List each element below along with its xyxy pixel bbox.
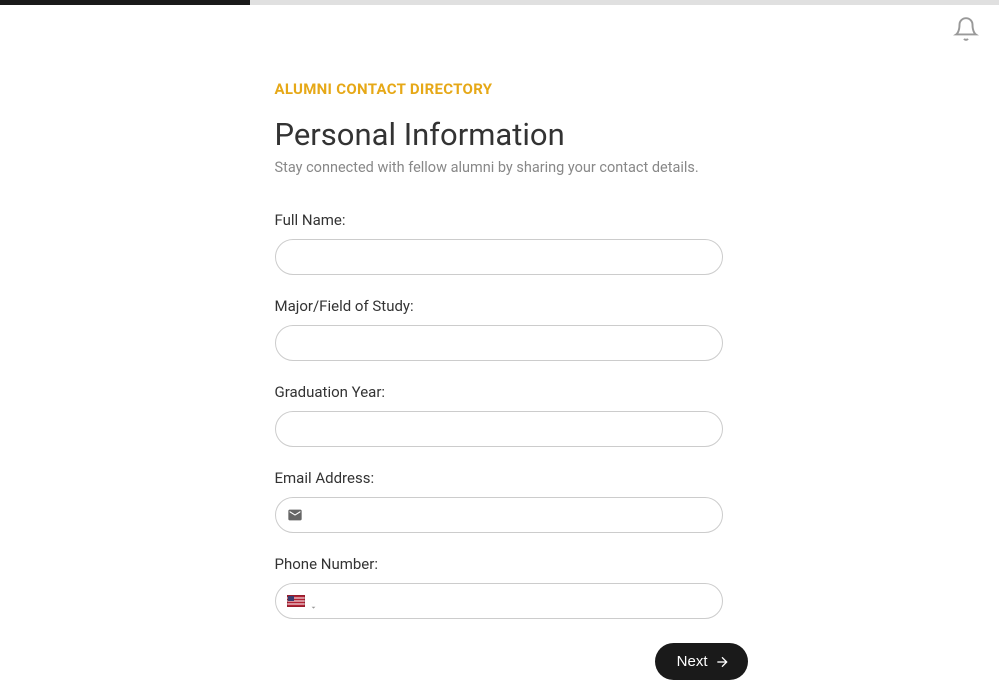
page-subtitle: Stay connected with fellow alumni by sha…	[275, 159, 750, 176]
major-label: Major/Field of Study:	[275, 297, 750, 315]
field-group-gradyear: Graduation Year:	[275, 383, 750, 447]
email-label: Email Address:	[275, 469, 750, 487]
major-input[interactable]	[275, 325, 723, 361]
email-icon	[287, 507, 303, 523]
gradyear-label: Graduation Year:	[275, 383, 750, 401]
field-group-major: Major/Field of Study:	[275, 297, 750, 361]
progress-bar	[0, 0, 999, 5]
notification-bell-icon[interactable]	[953, 16, 979, 42]
fullname-input[interactable]	[275, 239, 723, 275]
flag-us-icon	[287, 595, 305, 607]
phone-label: Phone Number:	[275, 555, 750, 573]
page-title: Personal Information	[275, 116, 750, 153]
field-group-email: Email Address:	[275, 469, 750, 533]
field-group-fullname: Full Name:	[275, 211, 750, 275]
form-category: ALUMNI CONTACT DIRECTORY	[275, 80, 750, 98]
field-group-phone: Phone Number:	[275, 555, 750, 619]
progress-fill	[0, 0, 250, 5]
next-button[interactable]: Next	[655, 643, 748, 680]
arrow-right-icon	[714, 654, 730, 670]
next-button-label: Next	[677, 653, 708, 670]
gradyear-input[interactable]	[275, 411, 723, 447]
country-selector[interactable]	[287, 595, 318, 607]
fullname-label: Full Name:	[275, 211, 750, 229]
chevron-down-icon	[309, 597, 318, 606]
email-input[interactable]	[275, 497, 723, 533]
form-container: ALUMNI CONTACT DIRECTORY Personal Inform…	[250, 5, 750, 619]
phone-input[interactable]	[275, 583, 723, 619]
